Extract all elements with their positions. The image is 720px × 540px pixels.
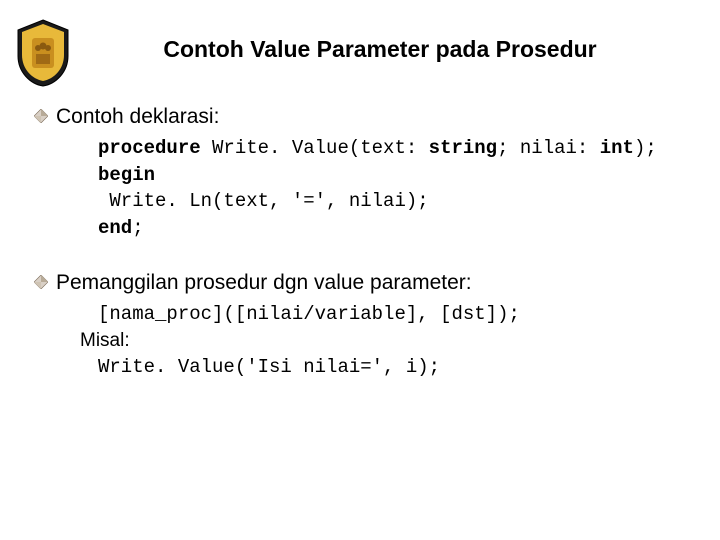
code-example: Write. Value('Isi nilai=', i); [98,354,692,381]
bullet-1: Contoh deklarasi: [34,105,692,129]
code-syntax: [nama_proc]([nilai/variable], [dst]); [98,301,692,328]
code-declaration: procedure Write. Value(text: string; nil… [98,135,692,241]
section2-heading: Pemanggilan prosedur dgn value parameter… [56,271,472,295]
section1-heading: Contoh deklarasi: [56,105,219,129]
university-logo [14,18,72,88]
diamond-bullet-icon [34,275,48,289]
diamond-bullet-icon [34,109,48,123]
misal-label: Misal: [80,330,692,352]
slide-title: Contoh Value Parameter pada Prosedur [28,36,692,63]
bullet-2: Pemanggilan prosedur dgn value parameter… [34,271,692,295]
